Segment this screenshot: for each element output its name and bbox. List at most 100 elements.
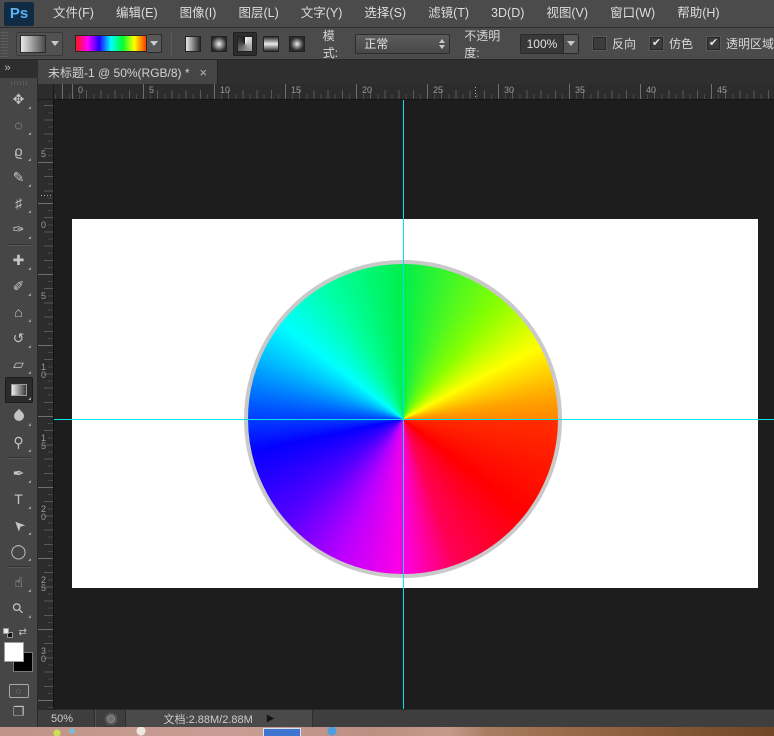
swap-colors-icon[interactable]: ⇄	[19, 627, 27, 638]
radial-gradient-button[interactable]	[207, 32, 231, 56]
gradient-tool[interactable]	[5, 377, 33, 403]
history-brush-tool[interactable]: ↺	[5, 325, 33, 351]
gradient-preview-bar[interactable]	[75, 35, 147, 52]
marquee-tool-icon: ◌	[14, 117, 22, 133]
separator	[171, 32, 172, 56]
menu-item-2[interactable]: 图像(I)	[169, 0, 228, 27]
menu-item-0[interactable]: 文件(F)	[42, 0, 105, 27]
opacity-label: 不透明度:	[464, 28, 514, 60]
zoom-level-field[interactable]: 50%	[38, 713, 94, 725]
clone-stamp-tool[interactable]: ⌂	[5, 299, 33, 325]
panel-gripper[interactable]	[11, 81, 27, 85]
reflected-gradient-icon	[263, 36, 279, 52]
ruler-label: 35	[575, 85, 585, 95]
separator	[94, 710, 95, 728]
lasso-tool[interactable]: ϱ	[5, 138, 33, 164]
blend-mode-value: 正常	[364, 35, 388, 52]
eraser-tool[interactable]: ▱	[5, 351, 33, 377]
gradient-type-buttons	[181, 32, 309, 56]
menu-item-8[interactable]: 视图(V)	[535, 0, 599, 27]
menu-item-9[interactable]: 窗口(W)	[599, 0, 666, 27]
menu-item-6[interactable]: 滤镜(T)	[417, 0, 480, 27]
ruler-label: 45	[717, 85, 727, 95]
opacity-dropdown[interactable]	[564, 34, 579, 54]
document-info[interactable]: 文档:2.88M/2.88M ▶	[125, 710, 313, 728]
crop-tool[interactable]: ♯	[5, 190, 33, 216]
foreground-color-chip[interactable]	[4, 642, 24, 662]
ruler-label: 3 0	[41, 647, 46, 663]
horizontal-ruler[interactable]: 051015202530354045	[54, 84, 774, 100]
hand-tool[interactable]: ☝	[5, 569, 33, 595]
eyedropper-tool[interactable]: ✑	[5, 216, 33, 242]
dashed-circle-icon: ◌	[16, 686, 21, 696]
canvas-area[interactable]	[54, 100, 774, 709]
menu-item-7[interactable]: 3D(D)	[480, 0, 535, 27]
menu-items: 文件(F)编辑(E)图像(I)图层(L)文字(Y)选择(S)滤镜(T)3D(D)…	[42, 0, 731, 27]
ruler-label: 15	[291, 85, 301, 95]
screen-mode-button[interactable]: ❐	[13, 704, 25, 720]
menu-item-5[interactable]: 选择(S)	[353, 0, 417, 27]
double-chevron-icon: »	[5, 62, 11, 74]
quick-mask-button[interactable]: ◌	[9, 684, 29, 698]
blur-tool[interactable]	[5, 403, 33, 429]
diamond-gradient-button[interactable]	[285, 32, 309, 56]
chevron-down-icon	[51, 41, 59, 46]
gradient-picker-dropdown[interactable]	[147, 34, 162, 53]
panel-collapse-button[interactable]: »	[0, 60, 38, 78]
blend-mode-select[interactable]: 正常	[355, 34, 450, 54]
quick-selection-tool[interactable]: ✎	[5, 164, 33, 190]
spinner-arrows-icon	[439, 39, 445, 49]
horizontal-guide[interactable]	[54, 419, 774, 420]
ellipse-tool[interactable]: ◯	[5, 538, 33, 564]
default-colors-icon[interactable]	[3, 628, 13, 638]
sync-status-icon	[105, 713, 117, 725]
type-tool[interactable]: T	[5, 486, 33, 512]
tool-preset-picker[interactable]	[16, 32, 63, 56]
angle-gradient-icon	[237, 36, 253, 52]
linear-gradient-button[interactable]	[181, 32, 205, 56]
history-brush-tool-icon: ↺	[13, 330, 25, 347]
crop-tool-icon: ♯	[15, 195, 22, 211]
menu-item-4[interactable]: 文字(Y)	[290, 0, 354, 27]
taskbar-icon-fragment	[263, 728, 301, 736]
move-tool[interactable]: ✥	[5, 86, 33, 112]
menu-item-1[interactable]: 编辑(E)	[105, 0, 169, 27]
linear-gradient-icon	[185, 36, 201, 52]
eraser-tool-icon: ▱	[13, 356, 24, 373]
tools-panel: » ✥◌ϱ✎♯✑✚✐⌂↺▱⚲✒T➤◯☝⚲ ⇄ ◌ ❐	[0, 60, 38, 727]
transparency-checkbox[interactable]: ✔ 透明区域	[707, 35, 774, 52]
healing-brush-tool[interactable]: ✚	[5, 247, 33, 273]
expand-arrow-icon[interactable]: ▶	[267, 713, 275, 724]
chevron-down-icon	[150, 41, 158, 46]
menu-item-10[interactable]: 帮助(H)	[666, 0, 730, 27]
dither-checkbox[interactable]: ✔ 仿色	[650, 35, 693, 52]
eyedropper-tool-icon: ✑	[13, 221, 25, 238]
document-tab[interactable]: 未标题-1 @ 50%(RGB/8) * ×	[38, 60, 218, 84]
path-selection-tool[interactable]: ➤	[5, 512, 33, 538]
marquee-tool[interactable]: ◌	[5, 112, 33, 138]
close-icon[interactable]: ×	[200, 66, 208, 79]
brush-tool[interactable]: ✐	[5, 273, 33, 299]
reflected-gradient-button[interactable]	[259, 32, 283, 56]
vertical-ruler[interactable]: 5051 01 52 02 53 0	[38, 100, 54, 709]
healing-brush-tool-icon: ✚	[13, 252, 25, 269]
ruler-label: 2 5	[41, 576, 46, 592]
ruler-label: 5	[41, 292, 46, 300]
status-bar: 50% 文档:2.88M/2.88M ▶	[38, 709, 774, 727]
opacity-input[interactable]: 100%	[520, 34, 564, 54]
tool-group-separator	[7, 566, 31, 567]
menu-item-3[interactable]: 图层(L)	[227, 0, 289, 27]
zoom-tool[interactable]: ⚲	[5, 595, 33, 621]
ruler-origin-corner[interactable]	[38, 84, 54, 100]
water-drop-icon	[11, 409, 25, 423]
path-selection-tool-icon: ➤	[8, 515, 28, 535]
tool-options-bar: 模式: 正常 不透明度: 100% ✔ 反向 ✔ 仿色 ✔ 透明区域	[0, 28, 774, 60]
reverse-checkbox[interactable]: ✔ 反向	[593, 35, 636, 52]
vertical-guide[interactable]	[403, 100, 404, 709]
reverse-label: 反向	[612, 35, 636, 52]
pen-tool[interactable]: ✒	[5, 460, 33, 486]
angle-gradient-button[interactable]	[233, 32, 257, 56]
options-bar-gripper[interactable]	[1, 31, 8, 57]
dodge-tool[interactable]: ⚲	[5, 429, 33, 455]
windows-taskbar-edge[interactable]	[0, 727, 774, 736]
